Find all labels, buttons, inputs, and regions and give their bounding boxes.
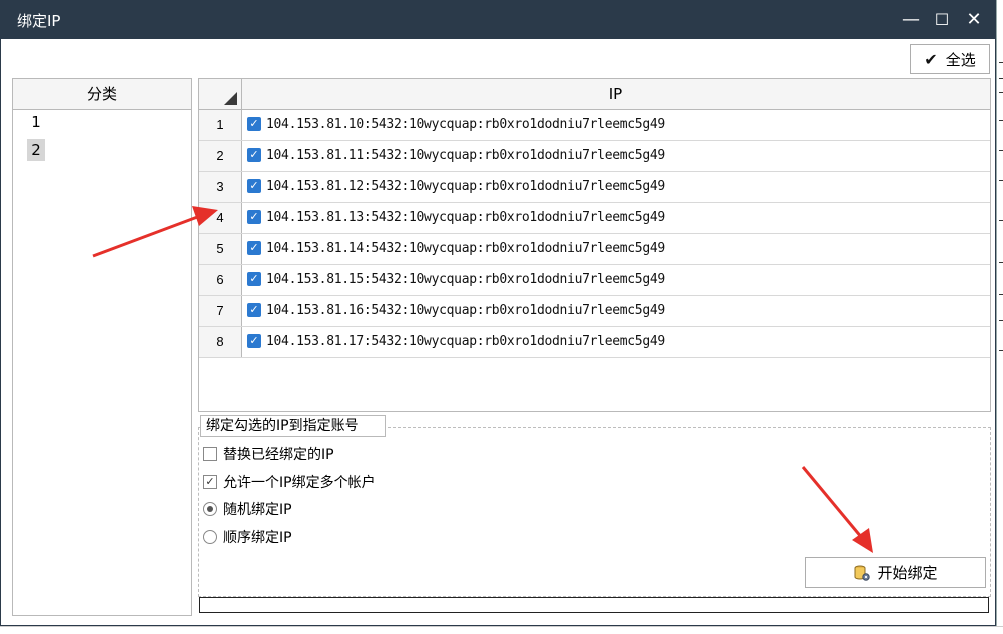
select-all-corner[interactable] (199, 79, 242, 109)
category-item[interactable]: 1 (27, 111, 45, 133)
ip-column-header[interactable]: IP (241, 79, 990, 109)
row-number[interactable]: 7 (199, 296, 242, 326)
bind-ip-window: 绑定IP — ☐ ✕ ✔ 全选 分类 1 2 IP 1 ✓ 104.153.81.1… (0, 0, 997, 626)
row-number[interactable]: 2 (199, 141, 242, 171)
start-bind-button[interactable]: 开始绑定 (805, 557, 986, 588)
select-all-button[interactable]: ✔ 全选 (910, 44, 990, 74)
random-bind-radio[interactable]: 随机绑定IP (203, 499, 292, 519)
row-checkbox[interactable]: ✓ (247, 210, 261, 224)
row-number[interactable]: 3 (199, 172, 242, 202)
row-checkbox[interactable]: ✓ (247, 272, 261, 286)
ip-cell: 104.153.81.15:5432:10wycquap:rb0xro1dodn… (266, 272, 665, 287)
ip-cell: 104.153.81.11:5432:10wycquap:rb0xro1dodn… (266, 148, 665, 163)
row-number[interactable]: 1 (199, 110, 242, 140)
table-row[interactable]: 8 ✓ 104.153.81.17:5432:10wycquap:rb0xro1do… (199, 327, 990, 358)
checkbox-box-checked: ✓ (203, 475, 217, 489)
allow-multi-label: 允许一个IP绑定多个帐户 (223, 475, 376, 491)
row-checkbox[interactable]: ✓ (247, 117, 261, 131)
row-number[interactable]: 6 (199, 265, 242, 295)
row-checkbox[interactable]: ✓ (247, 148, 261, 162)
ip-cell: 104.153.81.16:5432:10wycquap:rb0xro1dodn… (266, 303, 665, 318)
row-number[interactable]: 4 (199, 203, 242, 233)
row-checkbox[interactable]: ✓ (247, 241, 261, 255)
table-row[interactable]: 4 ✓ 104.153.81.13:5432:10wycquap:rb0xro1do… (199, 203, 990, 234)
table-row[interactable]: 6 ✓ 104.153.81.15:5432:10wycquap:rb0xro1do… (199, 265, 990, 296)
allow-multi-checkbox[interactable]: ✓ 允许一个IP绑定多个帐户 (203, 472, 376, 492)
table-row[interactable]: 3 ✓ 104.153.81.12:5432:10wycquap:rb0xro1do… (199, 172, 990, 203)
table-row[interactable]: 5 ✓ 104.153.81.14:5432:10wycquap:rb0xro1do… (199, 234, 990, 265)
ip-cell: 104.153.81.17:5432:10wycquap:rb0xro1dodn… (266, 334, 665, 349)
table-row[interactable]: 1 ✓ 104.153.81.10:5432:10wycquap:rb0xro1do… (199, 110, 990, 141)
ip-cell: 104.153.81.12:5432:10wycquap:rb0xro1dodn… (266, 179, 665, 194)
row-checkbox[interactable]: ✓ (247, 179, 261, 193)
ip-grid: IP 1 ✓ 104.153.81.10:5432:10wycquap:rb0xro… (198, 78, 991, 412)
table-row[interactable]: 2 ✓ 104.153.81.11:5432:10wycquap:rb0xro1do… (199, 141, 990, 172)
category-item-selected[interactable]: 2 (27, 139, 45, 161)
category-header: 分类 (13, 79, 191, 110)
row-checkbox[interactable]: ✓ (247, 334, 261, 348)
window-title: 绑定IP (17, 12, 61, 30)
table-row[interactable]: 7 ✓ 104.153.81.16:5432:10wycquap:rb0xro1do… (199, 296, 990, 327)
minimize-button[interactable]: — (900, 9, 922, 31)
ip-cell: 104.153.81.10:5432:10wycquap:rb0xro1dodn… (266, 117, 665, 132)
random-bind-label: 随机绑定IP (223, 502, 292, 518)
checkbox-box (203, 447, 217, 461)
close-button[interactable]: ✕ (963, 9, 985, 31)
row-number[interactable]: 8 (199, 327, 242, 357)
title-bar: 绑定IP — ☐ ✕ (1, 1, 997, 39)
select-all-label: 全选 (945, 50, 976, 69)
progress-bar (199, 597, 989, 613)
radio-selected (203, 502, 217, 516)
background-window-edge (996, 0, 1003, 633)
ip-cell: 104.153.81.13:5432:10wycquap:rb0xro1dodn… (266, 210, 665, 225)
category-panel: 分类 1 2 (12, 78, 192, 616)
grid-header: IP (199, 79, 990, 110)
replace-bound-label: 替换已经绑定的IP (223, 447, 334, 463)
replace-bound-checkbox[interactable]: 替换已经绑定的IP (203, 444, 334, 464)
start-bind-label: 开始绑定 (877, 564, 938, 582)
bind-options-title: 绑定勾选的IP到指定账号 (200, 415, 386, 437)
checkmark-icon: ✔ (924, 49, 938, 69)
corner-triangle-icon (224, 92, 237, 105)
database-gear-icon (854, 565, 871, 581)
radio-unselected (203, 530, 217, 544)
row-number[interactable]: 5 (199, 234, 242, 264)
sequential-bind-label: 顺序绑定IP (223, 530, 292, 546)
ip-cell: 104.153.81.14:5432:10wycquap:rb0xro1dodn… (266, 241, 665, 256)
maximize-button[interactable]: ☐ (931, 9, 953, 31)
sequential-bind-radio[interactable]: 顺序绑定IP (203, 527, 292, 547)
row-checkbox[interactable]: ✓ (247, 303, 261, 317)
